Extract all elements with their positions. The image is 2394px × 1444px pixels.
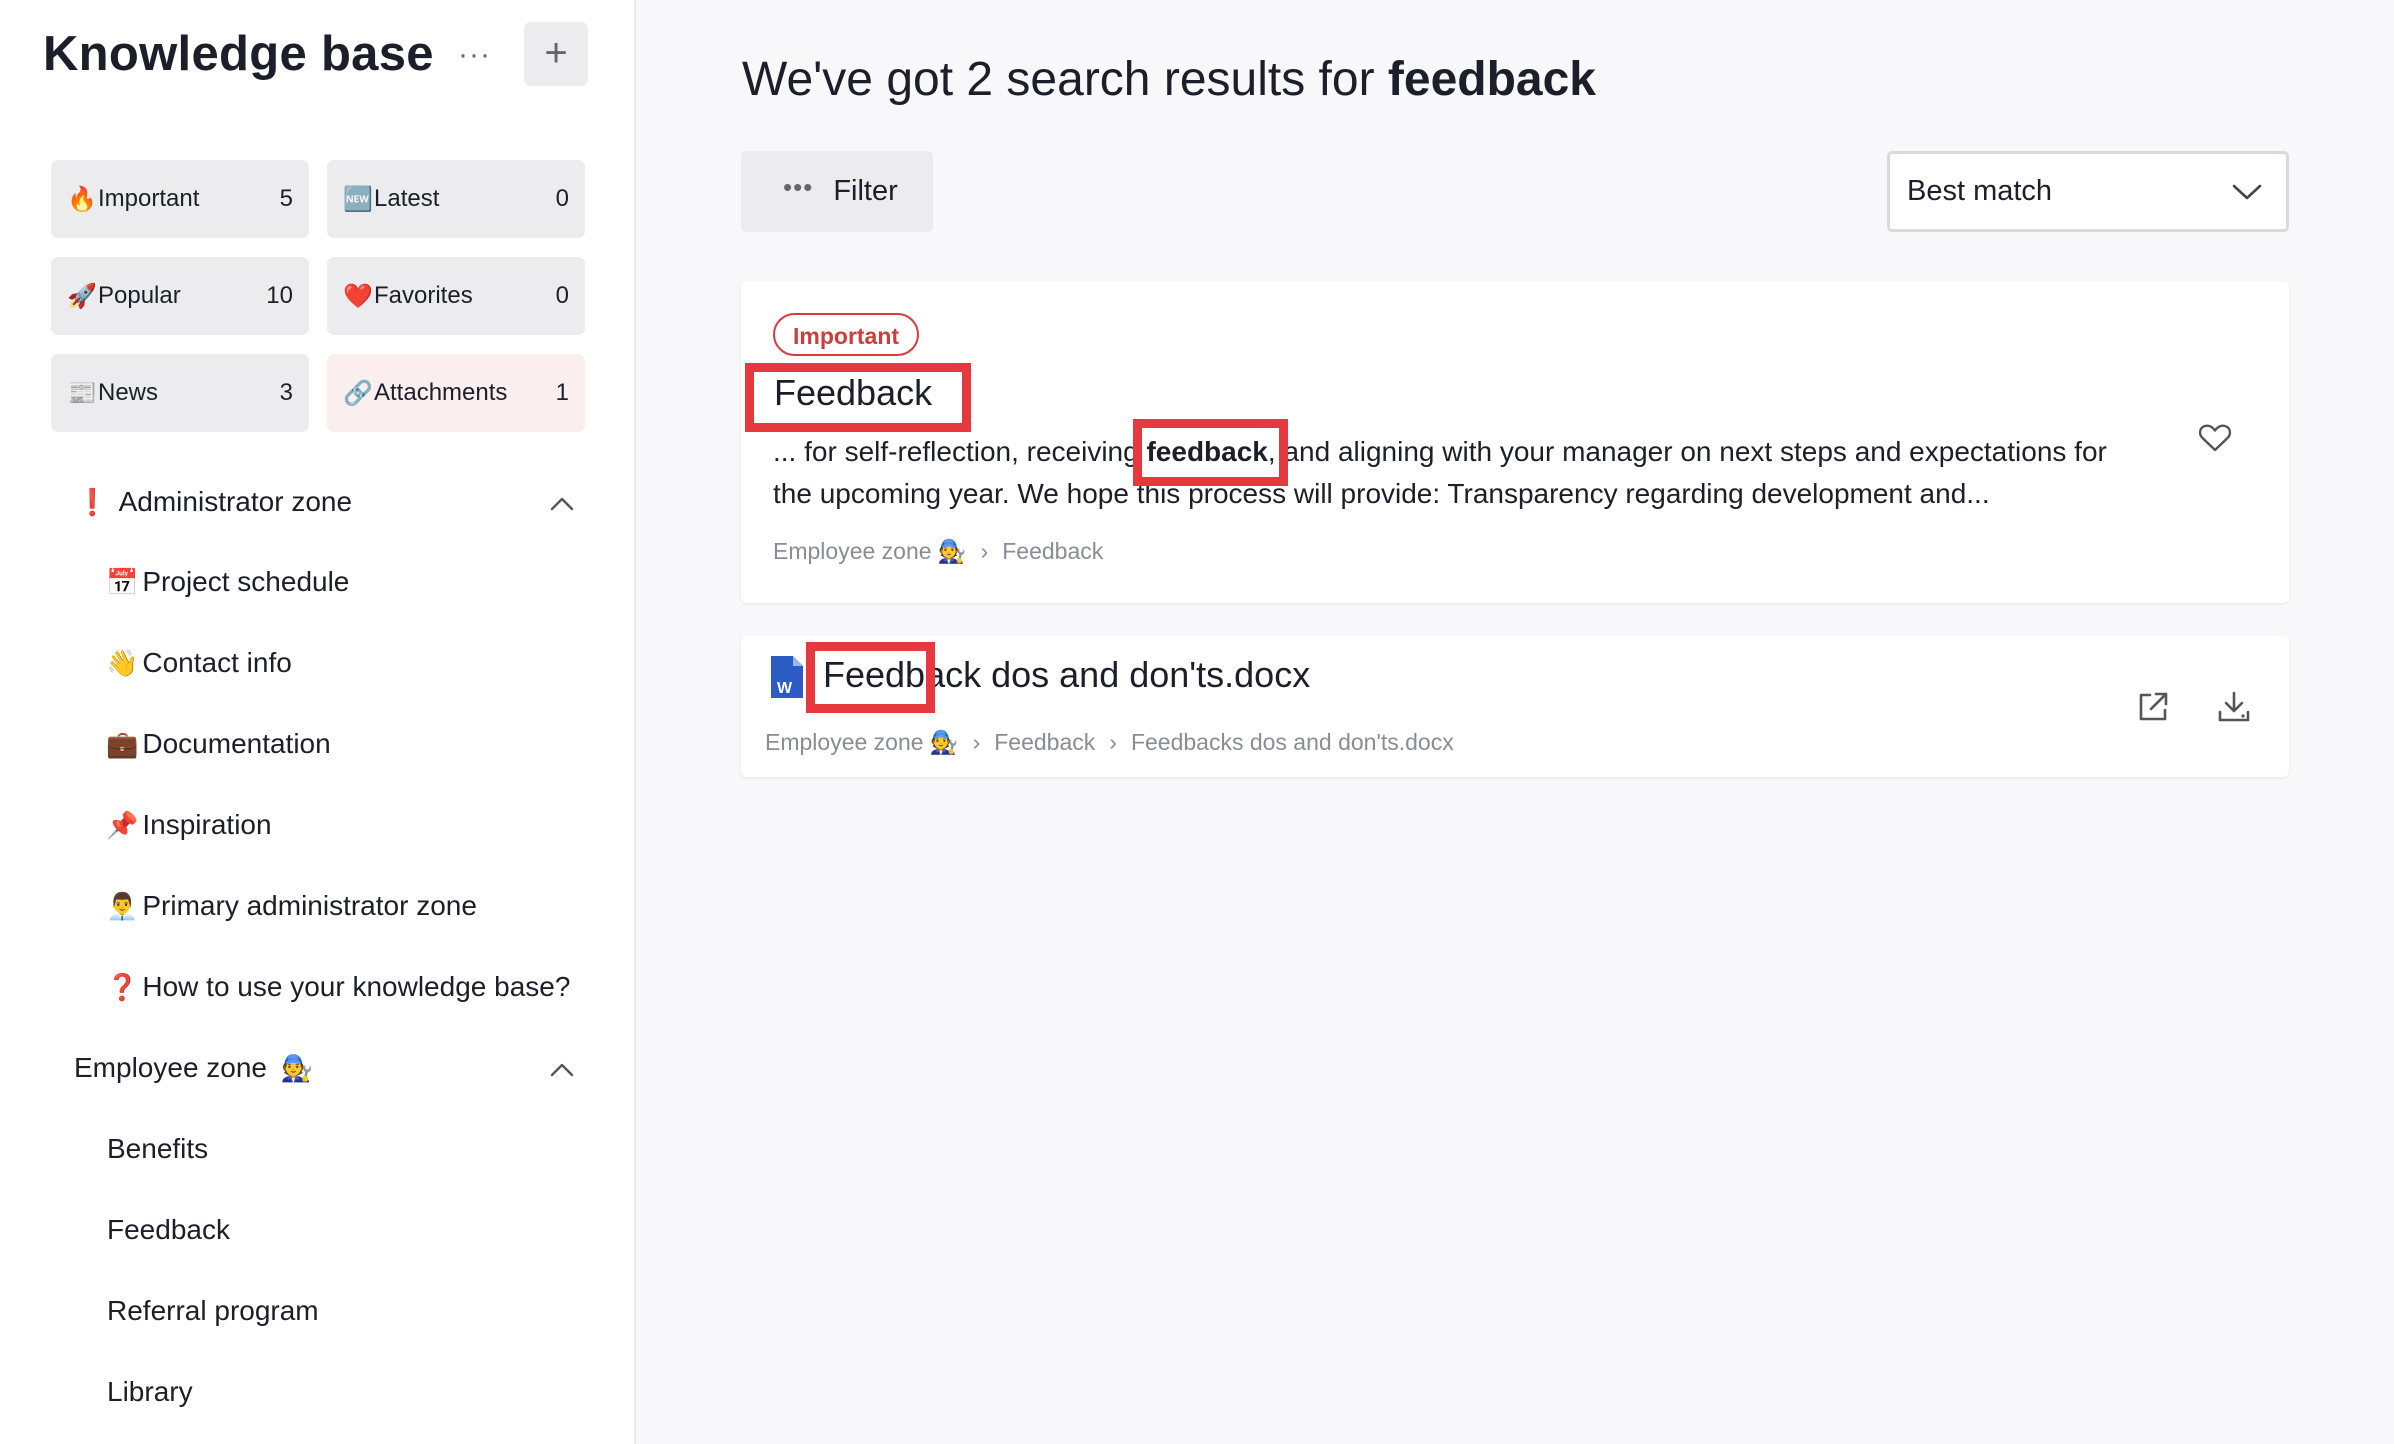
- word-file-icon: W: [771, 656, 803, 698]
- nav-item-primary-admin-zone[interactable]: 👨‍💼 Primary administrator zone: [106, 890, 477, 922]
- search-result-card[interactable]: Important Feedback ... for self-reflecti…: [741, 281, 2289, 603]
- tile-important[interactable]: 🔥 Important 5: [51, 160, 309, 238]
- breadcrumb-separator: ›: [1109, 729, 1117, 755]
- tile-label: News: [98, 379, 159, 406]
- tile-count: 0: [555, 185, 569, 212]
- question-icon: ❓: [106, 972, 139, 1002]
- nav-item-referral-program[interactable]: Referral program: [107, 1295, 319, 1327]
- page-title: We've got 2 search results for feedback: [742, 52, 1596, 107]
- nav-item-label: Primary administrator zone: [142, 890, 477, 921]
- employee-zone-header[interactable]: Employee zone 🧑‍🔧: [74, 1052, 317, 1084]
- tile-label: Popular: [98, 282, 181, 309]
- fire-icon: 🔥: [67, 185, 97, 213]
- nav-item-label: How to use your knowledge base?: [142, 971, 571, 1002]
- tile-count: 3: [279, 379, 293, 406]
- highlight-box: [745, 363, 971, 432]
- filter-label: Filter: [833, 175, 898, 207]
- tile-label: Attachments: [374, 379, 508, 406]
- nav-item-inspiration[interactable]: 📌 Inspiration: [106, 809, 272, 841]
- breadcrumb: Employee zone 🧑‍🔧 › Feedback › Feedbacks dos…: [765, 729, 1454, 756]
- sort-label: Best match: [1907, 175, 2053, 207]
- breadcrumb: Employee zone 🧑‍🔧 › Feedback: [773, 538, 1103, 565]
- tile-count: 0: [555, 282, 569, 309]
- breadcrumb-item[interactable]: Feedback: [994, 729, 1095, 755]
- snippet-text: ... for self-reflection, receiving: [773, 436, 1147, 467]
- tile-count: 1: [555, 379, 569, 406]
- tile-count: 10: [266, 282, 293, 309]
- tile-label: Favorites: [374, 282, 473, 309]
- calendar-icon: 📅: [106, 567, 139, 597]
- exclamation-icon: ❗: [76, 487, 109, 517]
- link-icon: 🔗: [343, 379, 373, 407]
- more-options-button[interactable]: ···: [458, 38, 491, 72]
- highlight-box: [806, 642, 935, 713]
- pushpin-icon: 📌: [106, 810, 139, 840]
- heart-icon[interactable]: [2198, 423, 2232, 453]
- nav-item-label: Inspiration: [142, 809, 272, 840]
- tile-attachments[interactable]: 🔗 Attachments 1: [327, 354, 585, 432]
- nav-item-label: Documentation: [142, 728, 331, 759]
- chevron-up-icon[interactable]: [550, 497, 574, 511]
- tile-favorites[interactable]: ❤️ Favorites 0: [327, 257, 585, 335]
- search-query: feedback: [1387, 53, 1596, 106]
- highlight-box: [1133, 419, 1288, 486]
- breadcrumb-item[interactable]: Feedbacks dos and don'ts.docx: [1131, 729, 1454, 755]
- knowledge-base-title: Knowledge base: [43, 27, 434, 81]
- waving-hand-icon: 👋: [106, 648, 139, 678]
- breadcrumb-separator: ›: [972, 729, 981, 755]
- tile-news[interactable]: 📰 News 3: [51, 354, 309, 432]
- breadcrumb-item[interactable]: Employee zone 🧑‍🔧: [773, 538, 967, 564]
- worker-icon: 🧑‍🔧: [280, 1053, 314, 1083]
- search-result-card[interactable]: W Feedback dos and don'ts.docx Employee …: [741, 636, 2289, 777]
- new-icon: 🆕: [343, 185, 373, 213]
- tile-latest[interactable]: 🆕 Latest 0: [327, 160, 585, 238]
- tile-label: Important: [98, 185, 200, 212]
- download-icon[interactable]: [2217, 690, 2251, 724]
- important-badge: Important: [773, 313, 920, 356]
- tile-count: 5: [279, 185, 293, 212]
- office-worker-icon: 👨‍💼: [106, 891, 139, 921]
- filter-button[interactable]: ••• Filter: [741, 151, 933, 232]
- admin-zone-label: Administrator zone: [118, 486, 353, 517]
- tile-label: Latest: [374, 185, 440, 212]
- briefcase-icon: 💼: [106, 729, 139, 759]
- rocket-icon: 🚀: [67, 282, 97, 310]
- newspaper-icon: 📰: [67, 379, 97, 407]
- breadcrumb-separator: ›: [980, 538, 989, 564]
- svg-text:W: W: [777, 680, 793, 697]
- chevron-down-icon: [2232, 184, 2262, 199]
- nav-item-benefits[interactable]: Benefits: [107, 1133, 208, 1165]
- sidebar: Knowledge base ··· + 🔥 Important 5 🆕 Lat…: [0, 0, 636, 1444]
- sort-select[interactable]: Best match: [1887, 151, 2289, 232]
- nav-item-label: Contact info: [142, 647, 292, 678]
- add-button[interactable]: +: [524, 22, 588, 86]
- result-snippet: ... for self-reflection, receiving feedb…: [773, 431, 2143, 515]
- breadcrumb-item[interactable]: Feedback: [1002, 538, 1103, 564]
- dots-icon: •••: [783, 172, 814, 202]
- heart-icon: ❤️: [343, 282, 373, 310]
- title-rest: dos and don'ts.docx: [981, 654, 1311, 695]
- breadcrumb-item[interactable]: Employee zone 🧑‍🔧: [765, 729, 959, 755]
- tile-popular[interactable]: 🚀 Popular 10: [51, 257, 309, 335]
- nav-item-project-schedule[interactable]: 📅 Project schedule: [106, 566, 349, 598]
- nav-item-documentation[interactable]: 💼 Documentation: [106, 728, 331, 760]
- nav-item-how-to-use[interactable]: ❓ How to use your knowledge base?: [106, 971, 570, 1003]
- chevron-up-icon[interactable]: [550, 1063, 574, 1077]
- title-prefix: We've got 2 search results for: [742, 53, 1388, 106]
- employee-zone-label: Employee zone: [74, 1052, 268, 1083]
- nav-item-library[interactable]: Library: [107, 1376, 193, 1408]
- nav-item-label: Project schedule: [142, 566, 350, 597]
- external-link-icon[interactable]: [2136, 690, 2170, 724]
- nav-item-contact-info[interactable]: 👋 Contact info: [106, 647, 292, 679]
- nav-item-feedback[interactable]: Feedback: [107, 1214, 230, 1246]
- admin-zone-header[interactable]: ❗ Administrator zone: [76, 486, 352, 518]
